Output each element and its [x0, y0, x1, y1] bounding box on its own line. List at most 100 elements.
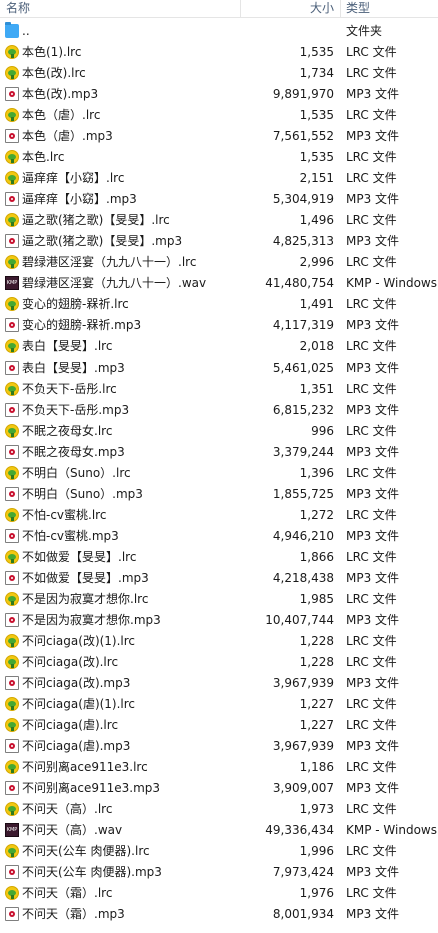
- file-row[interactable]: 碧绿港区淫宴（九九八十一）.lrc 2,996 LRC 文件: [0, 252, 438, 273]
- file-row[interactable]: 变心的翅膀-槑祈.mp3 4,117,319 MP3 文件: [0, 315, 438, 336]
- file-row[interactable]: 表白【旻旻】.lrc 2,018 LRC 文件: [0, 336, 438, 357]
- file-row[interactable]: 本色（虐）.lrc 1,535 LRC 文件: [0, 105, 438, 126]
- file-row[interactable]: 不眠之夜母女.lrc 996 LRC 文件: [0, 421, 438, 442]
- file-name: 本色（虐）.mp3: [22, 129, 113, 144]
- lrc-icon: [5, 633, 19, 648]
- file-row[interactable]: 本色.lrc 1,535 LRC 文件: [0, 147, 438, 168]
- file-row[interactable]: .. 文件夹: [0, 21, 438, 42]
- file-size: 1,186: [299, 760, 334, 775]
- file-row[interactable]: 不明白（Suno）.mp3 1,855,725 MP3 文件: [0, 484, 438, 505]
- file-row[interactable]: 不问天（高）.lrc 1,973 LRC 文件: [0, 799, 438, 820]
- file-type: LRC 文件: [346, 66, 397, 81]
- file-row[interactable]: 不问别离ace911e3.lrc 1,186 LRC 文件: [0, 757, 438, 778]
- file-row[interactable]: 碧绿港区淫宴（九九八十一）.wav 41,480,754 KMP - Windows: [0, 273, 438, 294]
- lrc-icon: [5, 886, 19, 901]
- file-row[interactable]: 不问天（高）.wav 49,336,434 KMP - Windows: [0, 820, 438, 841]
- file-row[interactable]: 不如做爱【旻旻】.mp3 4,218,438 MP3 文件: [0, 568, 438, 589]
- file-size: 4,218,438: [272, 570, 334, 585]
- file-row[interactable]: 不眠之夜母女.mp3 3,379,244 MP3 文件: [0, 442, 438, 463]
- lrc-icon: [5, 66, 19, 81]
- mp3-icon: [5, 907, 19, 922]
- lrc-icon: [5, 213, 19, 228]
- file-size: 7,561,552: [272, 129, 334, 144]
- mp3-icon: [5, 87, 19, 102]
- column-header-name[interactable]: 名称: [6, 0, 30, 17]
- file-type: MP3 文件: [346, 865, 400, 880]
- file-row[interactable]: 不问ciaga(改)(1).lrc 1,228 LRC 文件: [0, 631, 438, 652]
- file-row[interactable]: 不问ciaga(改).lrc 1,228 LRC 文件: [0, 652, 438, 673]
- file-type: MP3 文件: [346, 129, 400, 144]
- file-row[interactable]: 不怕-cv蜜桃.lrc 1,272 LRC 文件: [0, 505, 438, 526]
- file-row[interactable]: 不是因为寂寞才想你.lrc 1,985 LRC 文件: [0, 589, 438, 610]
- file-row[interactable]: 表白【旻旻】.mp3 5,461,025 MP3 文件: [0, 358, 438, 379]
- mp3-icon: [5, 318, 19, 333]
- column-header-type[interactable]: 类型: [346, 0, 370, 17]
- file-row[interactable]: 本色(1).lrc 1,535 LRC 文件: [0, 42, 438, 63]
- file-row[interactable]: 不怕-cv蜜桃.mp3 4,946,210 MP3 文件: [0, 526, 438, 547]
- file-size: 996: [311, 423, 334, 438]
- file-size: 1,866: [299, 549, 334, 564]
- file-name: 不问ciaga(改).mp3: [22, 675, 131, 690]
- file-type: KMP - Windows: [346, 276, 437, 291]
- file-name: 不眠之夜母女.lrc: [22, 423, 113, 438]
- file-name: 不是因为寂寞才想你.mp3: [22, 612, 161, 627]
- lrc-icon: [5, 423, 19, 438]
- file-row[interactable]: 不问ciaga(虐).lrc 1,227 LRC 文件: [0, 715, 438, 736]
- file-row[interactable]: 不问ciaga(改).mp3 3,967,939 MP3 文件: [0, 673, 438, 694]
- file-row[interactable]: 逼之歌(猪之歌)【旻旻】.lrc 1,496 LRC 文件: [0, 210, 438, 231]
- mp3-icon: [5, 486, 19, 501]
- file-row[interactable]: 不问天（霜）.mp3 8,001,934 MP3 文件: [0, 904, 438, 925]
- lrc-icon: [5, 549, 19, 564]
- file-row[interactable]: 逼之歌(猪之歌)【旻旻】.mp3 4,825,313 MP3 文件: [0, 231, 438, 252]
- file-name: 不问别离ace911e3.lrc: [22, 760, 148, 775]
- column-divider[interactable]: [340, 0, 341, 17]
- file-row[interactable]: 不问天(公车 肉便器).mp3 7,973,424 MP3 文件: [0, 862, 438, 883]
- file-size: 3,909,007: [272, 781, 334, 796]
- folder-up-icon: [5, 22, 19, 38]
- lrc-icon: [5, 297, 19, 312]
- file-size: 3,379,244: [272, 444, 334, 459]
- file-row[interactable]: 逼痒痒【小窈】.mp3 5,304,919 MP3 文件: [0, 189, 438, 210]
- file-row[interactable]: 逼痒痒【小窈】.lrc 2,151 LRC 文件: [0, 168, 438, 189]
- file-row[interactable]: 不问天（霜）.lrc 1,976 LRC 文件: [0, 883, 438, 904]
- file-type: LRC 文件: [346, 339, 397, 354]
- file-size: 5,461,025: [272, 360, 334, 375]
- file-size: 49,336,434: [265, 823, 334, 838]
- file-row[interactable]: 不问ciaga(虐)(1).lrc 1,227 LRC 文件: [0, 694, 438, 715]
- file-row[interactable]: 本色（虐）.mp3 7,561,552 MP3 文件: [0, 126, 438, 147]
- file-row[interactable]: 不问ciaga(虐).mp3 3,967,939 MP3 文件: [0, 736, 438, 757]
- mp3-icon: [5, 612, 19, 627]
- file-row[interactable]: 不是因为寂寞才想你.mp3 10,407,744 MP3 文件: [0, 610, 438, 631]
- file-type: LRC 文件: [346, 255, 397, 270]
- file-row[interactable]: 变心的翅膀-槑祈.lrc 1,491 LRC 文件: [0, 294, 438, 315]
- file-name: 逼痒痒【小窈】.mp3: [22, 192, 137, 207]
- file-type: LRC 文件: [346, 423, 397, 438]
- file-name: 不问ciaga(虐).lrc: [22, 718, 119, 733]
- file-type: LRC 文件: [346, 381, 397, 396]
- file-row[interactable]: 不负天下-岳彤.lrc 1,351 LRC 文件: [0, 379, 438, 400]
- file-row[interactable]: 不负天下-岳彤.mp3 6,815,232 MP3 文件: [0, 400, 438, 421]
- file-name: 本色（虐）.lrc: [22, 108, 101, 123]
- file-name: 不怕-cv蜜桃.lrc: [22, 507, 107, 522]
- file-type: LRC 文件: [346, 549, 397, 564]
- file-type: MP3 文件: [346, 360, 400, 375]
- file-row[interactable]: 不问别离ace911e3.mp3 3,909,007 MP3 文件: [0, 778, 438, 799]
- file-name: 表白【旻旻】.mp3: [22, 360, 125, 375]
- file-size: 6,815,232: [272, 402, 334, 417]
- lrc-icon: [5, 339, 19, 354]
- file-type: KMP - Windows: [346, 823, 437, 838]
- file-row[interactable]: 不明白（Suno）.lrc 1,396 LRC 文件: [0, 463, 438, 484]
- mp3-icon: [5, 402, 19, 417]
- column-divider[interactable]: [240, 0, 241, 17]
- file-row[interactable]: 本色(改).lrc 1,734 LRC 文件: [0, 63, 438, 84]
- file-row[interactable]: 不问天(公车 肉便器).lrc 1,996 LRC 文件: [0, 841, 438, 862]
- file-name: 不问ciaga(改).lrc: [22, 654, 119, 669]
- mp3-icon: [5, 444, 19, 459]
- file-size: 1,734: [299, 66, 334, 81]
- file-name: 不问ciaga(虐)(1).lrc: [22, 697, 136, 711]
- file-row[interactable]: 不如做爱【旻旻】.lrc 1,866 LRC 文件: [0, 547, 438, 568]
- file-row[interactable]: 本色(改).mp3 9,891,970 MP3 文件: [0, 84, 438, 105]
- lrc-icon: [5, 108, 19, 123]
- file-type: MP3 文件: [346, 192, 400, 207]
- column-header-size[interactable]: 大小: [250, 0, 334, 17]
